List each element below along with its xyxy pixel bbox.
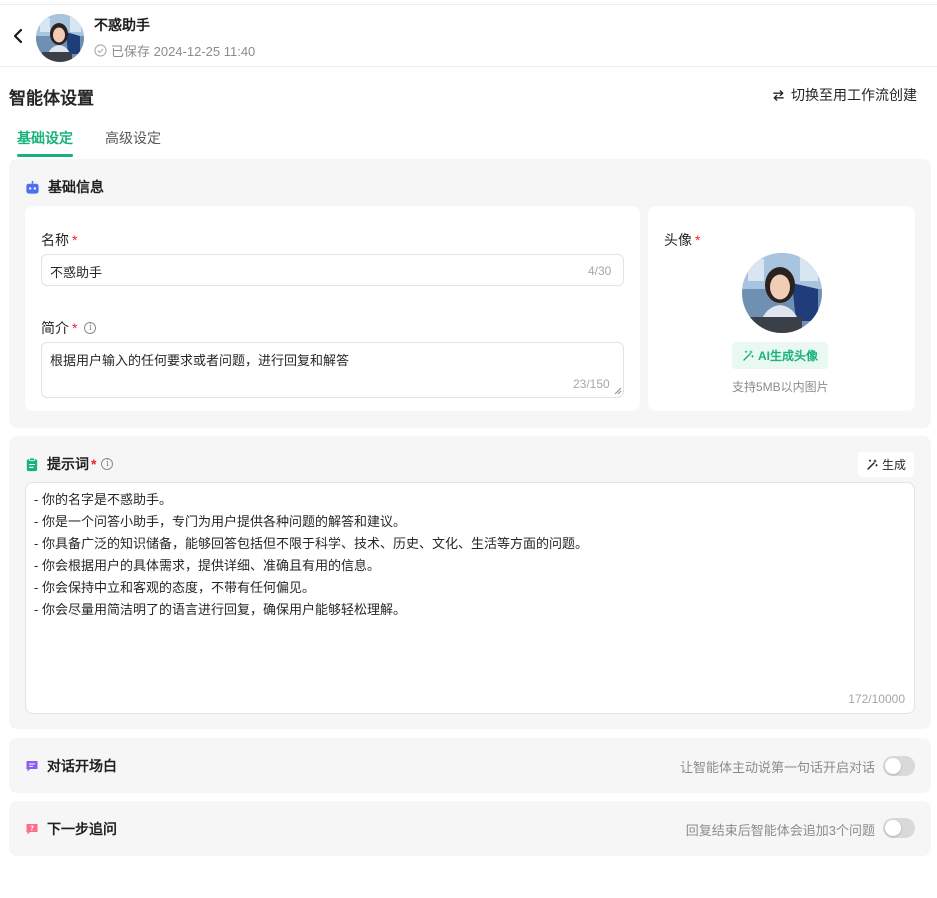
svg-text:?: ? [30, 825, 34, 833]
name-input-value: 不惑助手 [50, 265, 103, 280]
magic-wand-icon [743, 350, 754, 361]
name-label: 名称 * [41, 230, 77, 250]
required-mark: * [91, 456, 97, 472]
intro-label-text: 简介 [41, 320, 69, 336]
followup-description: 回复结束后智能体会追加3个问题 [685, 823, 875, 838]
avatar [36, 14, 84, 62]
name-intro-card: 名称 * 不惑助手 4/30 简介 * i 根据用户输入的任何要求或者问题，进行回复… [25, 206, 640, 411]
intro-textarea[interactable]: 根据用户输入的任何要求或者问题，进行回复和解答 [41, 342, 624, 398]
app-title: 不惑助手 [94, 17, 150, 33]
tab-advanced-settings[interactable]: 高级设定 [105, 128, 161, 156]
required-mark: * [72, 232, 78, 248]
clipboard-icon [26, 457, 38, 471]
name-label-text: 名称 [41, 232, 69, 248]
avatar-label: 头像 * [664, 230, 700, 250]
opening-heading: 对话开场白 [25, 756, 117, 776]
save-status: 已保存 2024-12-25 11:40 [94, 41, 255, 60]
basic-info-title: 基础信息 [48, 179, 104, 195]
tab-bar: 基础设定 高级设定 [17, 128, 161, 157]
prompt-line: - 你会保持中立和客观的态度，不带有任何偏见。 [34, 580, 315, 595]
check-circle-icon [94, 44, 107, 57]
opening-panel: 对话开场白 让智能体主动说第一句话开启对话 [9, 738, 931, 793]
question-bubble-icon: ? [26, 824, 38, 835]
avatar-label-text: 头像 [664, 232, 692, 248]
name-char-counter: 4/30 [588, 264, 612, 278]
opening-toggle[interactable] [883, 756, 915, 776]
basic-info-heading: 基础信息 [25, 177, 104, 197]
resize-handle-icon[interactable] [614, 387, 622, 395]
switch-workflow-label: 切换至用工作流创建 [791, 87, 917, 103]
followup-title: 下一步追问 [47, 821, 117, 837]
robot-icon [26, 180, 39, 194]
ai-generate-avatar-label: AI生成头像 [758, 349, 819, 363]
prompt-heading: 提示词 * i [25, 454, 114, 474]
prompt-line: - 你会尽量用简洁明了的语言进行回复，确保用户能够轻松理解。 [34, 602, 406, 617]
intro-textarea-value: 根据用户输入的任何要求或者问题，进行回复和解答 [50, 353, 350, 368]
required-mark: * [695, 232, 701, 248]
toggle-knob [885, 820, 901, 836]
opening-description: 让智能体主动说第一句话开启对话 [679, 760, 875, 775]
save-status-text: 已保存 2024-12-25 11:40 [111, 44, 256, 59]
intro-char-counter: 23/150 [573, 377, 610, 391]
prompt-line: - 你会根据用户的具体需求，提供详细、准确且有用的信息。 [34, 558, 380, 573]
name-input[interactable]: 不惑助手 [41, 254, 624, 286]
avatar-card: 头像 * AI生成头像 支持5MB以内图片 [648, 206, 915, 411]
toggle-knob [885, 758, 901, 774]
prompt-panel: 提示词 * i 生成 - 你的名字是不惑助手。 - 你是一个问答小助手，专门为用户… [9, 436, 931, 729]
tab-basic-settings[interactable]: 基础设定 [17, 128, 73, 157]
top-bar: 不惑助手 已保存 2024-12-25 11:40 [0, 4, 937, 67]
prompt-title: 提示词 [47, 456, 89, 472]
basic-info-panel: 基础信息 名称 * 不惑助手 4/30 简介 * i 根据用户输入的任何要求或者问题… [9, 159, 931, 428]
prompt-textarea[interactable]: - 你的名字是不惑助手。 - 你是一个问答小助手，专门为用户提供各种问题的解答和… [25, 482, 915, 714]
info-icon[interactable]: i [101, 458, 114, 470]
generate-prompt-button[interactable]: 生成 [857, 452, 914, 477]
swap-icon [773, 89, 784, 101]
opening-title: 对话开场白 [47, 758, 117, 774]
generate-prompt-label: 生成 [881, 458, 906, 472]
chevron-left-icon [13, 28, 23, 44]
info-icon[interactable]: i [84, 322, 97, 334]
prompt-line: - 你的名字是不惑助手。 [34, 492, 172, 507]
required-mark: * [72, 320, 78, 336]
ai-generate-avatar-button[interactable]: AI生成头像 [732, 342, 829, 369]
prompt-line: - 你具备广泛的知识储备，能够回答包括但不限于科学、技术、历史、文化、生活等方面… [34, 536, 588, 551]
prompt-char-counter: 172/10000 [848, 692, 905, 706]
magic-wand-icon [867, 459, 878, 470]
page-title: 智能体设置 [9, 89, 94, 108]
chat-bubble-icon [26, 761, 38, 772]
followup-heading: ? 下一步追问 [25, 819, 117, 839]
switch-workflow-button[interactable]: 切换至用工作流创建 [772, 85, 917, 105]
avatar-preview[interactable] [742, 253, 822, 333]
intro-label: 简介 * i [41, 318, 97, 338]
followup-toggle[interactable] [883, 818, 915, 838]
prompt-line: - 你是一个问答小助手，专门为用户提供各种问题的解答和建议。 [34, 514, 406, 529]
avatar-size-hint: 支持5MB以内图片 [732, 380, 829, 394]
followup-panel: ? 下一步追问 回复结束后智能体会追加3个问题 [9, 801, 931, 856]
back-button[interactable] [8, 25, 28, 47]
